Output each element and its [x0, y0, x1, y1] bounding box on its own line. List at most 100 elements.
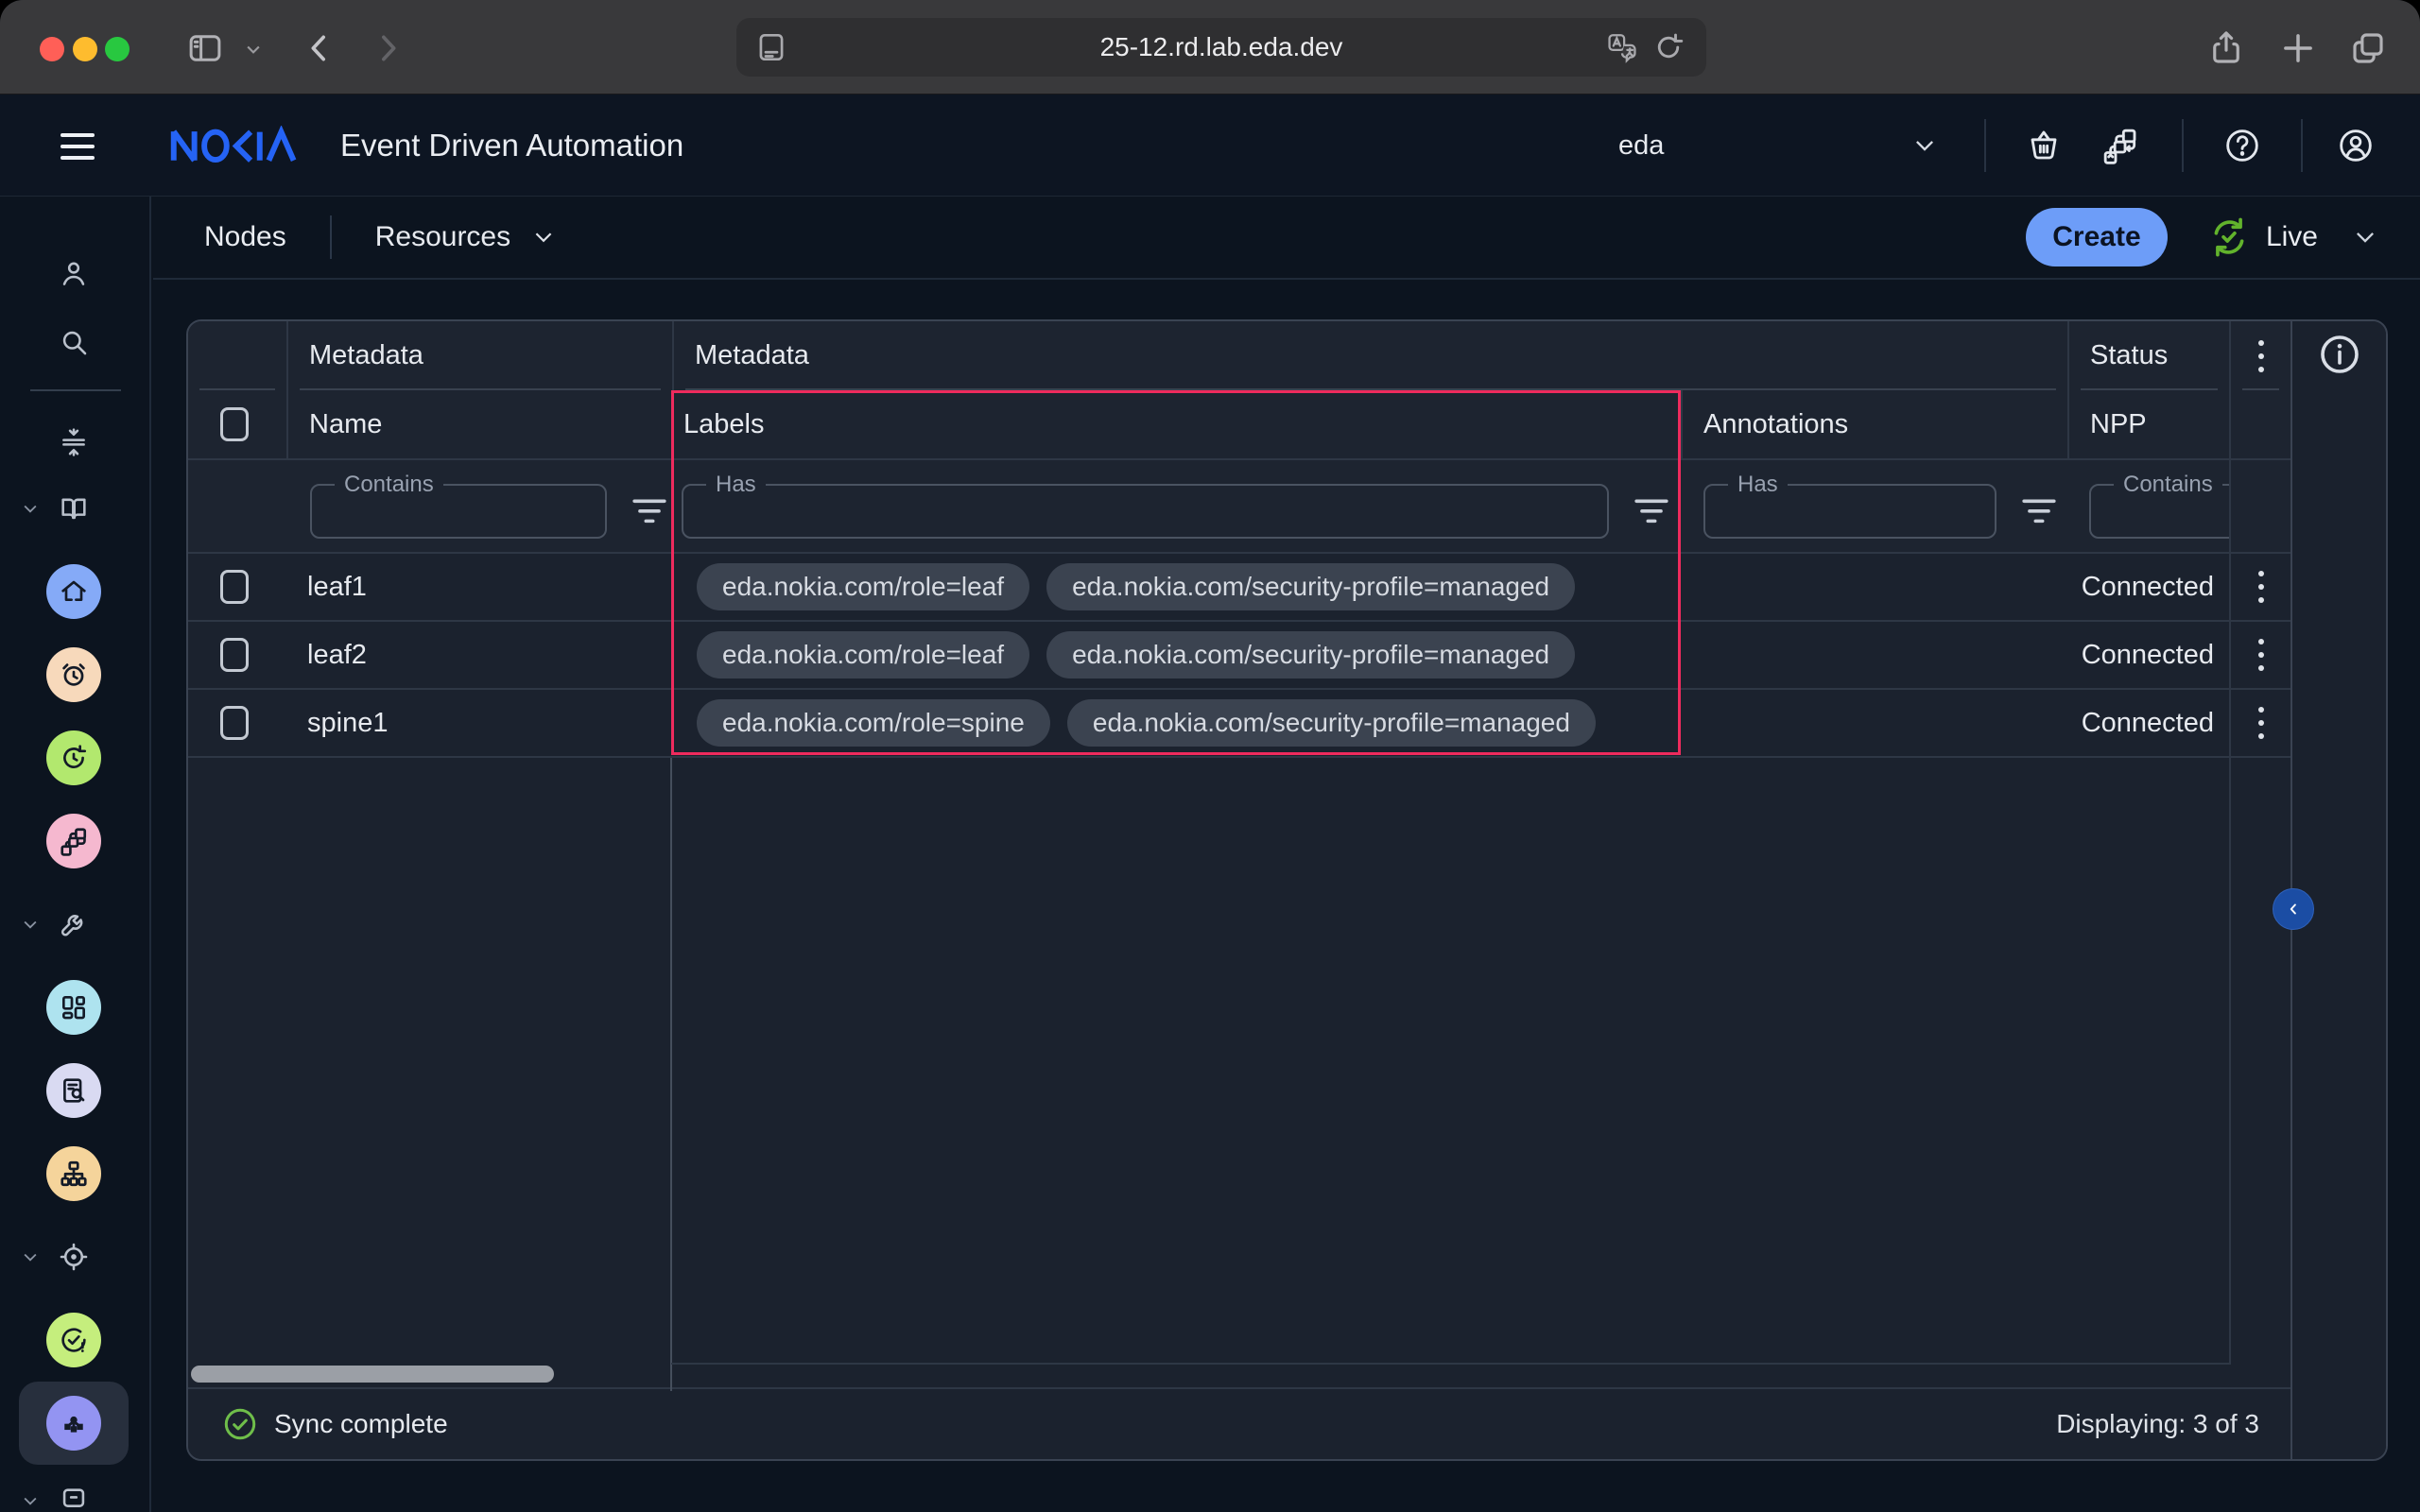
sidebar-item-transactions[interactable] — [46, 814, 101, 868]
chevron-down-icon[interactable] — [2352, 224, 2378, 250]
group-metadata-left: Metadata — [286, 321, 672, 390]
label-chip: eda.nokia.com/security-profile=managed — [1046, 631, 1575, 679]
row-select-cell — [188, 554, 286, 620]
select-all-checkbox[interactable] — [220, 407, 249, 441]
user-icon[interactable] — [58, 258, 90, 290]
row-name: spine1 — [286, 690, 672, 756]
sidebar-item-audit[interactable] — [46, 1063, 101, 1118]
forward-icon[interactable] — [369, 29, 406, 67]
filter-labels-cell: Has — [672, 460, 1681, 552]
horizontal-scrollbar — [188, 1361, 2290, 1387]
row-kebab-icon[interactable] — [2251, 699, 2272, 747]
sidebar-toggle-icon[interactable] — [185, 28, 225, 68]
header-divider — [2182, 119, 2184, 172]
sidebar-item-history[interactable] — [46, 730, 101, 785]
row-annotations — [1681, 622, 2067, 688]
chevron-down-icon[interactable] — [21, 915, 40, 934]
resources-dropdown[interactable]: Resources — [375, 221, 556, 253]
table-status-bar: Sync complete Displaying: 3 of 3 — [188, 1387, 2290, 1459]
docs-book-icon[interactable] — [58, 492, 90, 524]
sync-live-icon — [2207, 215, 2251, 259]
filter-npp-cell: Contains — [2067, 460, 2229, 552]
sidebar-divider — [30, 389, 121, 391]
nodes-table: Metadata Metadata Status Name Labels Ann… — [188, 321, 2292, 1459]
table-row: leaf1eda.nokia.com/role=leafeda.nokia.co… — [188, 554, 2290, 622]
filter-annotations-cell: Has — [1681, 460, 2067, 552]
info-icon[interactable] — [2317, 332, 2362, 377]
npp-filter-input[interactable]: Contains — [2089, 484, 2229, 539]
sidebar-item-checks[interactable] — [46, 1313, 101, 1367]
row-checkbox[interactable] — [220, 706, 249, 740]
row-kebab-icon[interactable] — [2251, 631, 2272, 679]
chevron-down-icon[interactable] — [21, 1491, 40, 1510]
row-checkbox[interactable] — [220, 638, 249, 672]
create-button[interactable]: Create — [2026, 208, 2168, 266]
help-icon[interactable] — [2223, 127, 2261, 164]
table-row: spine1eda.nokia.com/role=spineeda.nokia.… — [188, 690, 2290, 758]
filter-icon[interactable] — [1634, 496, 1669, 526]
url-text[interactable]: 25-12.rd.lab.eda.dev — [736, 18, 1706, 77]
target-icon[interactable] — [58, 1241, 90, 1273]
namespace-value: eda — [1618, 130, 1664, 162]
row-npp-status: Connected — [2067, 622, 2229, 688]
header-divider — [2301, 119, 2303, 172]
live-toggle[interactable]: Live — [2207, 215, 2378, 259]
table-options-kebab-icon[interactable] — [2251, 333, 2272, 380]
search-icon[interactable] — [58, 326, 90, 358]
collapse-all-icon[interactable] — [58, 426, 90, 458]
filter-actions-cell — [2229, 460, 2290, 552]
sidebar-item-topology[interactable] — [46, 1146, 101, 1201]
row-npp-status: Connected — [2067, 690, 2229, 756]
sidebar-item-home[interactable] — [46, 564, 101, 619]
address-bar[interactable]: 25-12.rd.lab.eda.dev — [736, 18, 1706, 77]
label-chip: eda.nokia.com/role=spine — [697, 699, 1050, 747]
app-title: Event Driven Automation — [340, 94, 683, 196]
sidebar-chevron-icon[interactable] — [244, 40, 263, 59]
namespace-selector[interactable]: eda — [1598, 117, 1966, 174]
chevron-down-icon[interactable] — [21, 499, 40, 518]
row-name: leaf1 — [286, 554, 672, 620]
chevron-down-icon[interactable] — [21, 1247, 40, 1266]
share-icon[interactable] — [2206, 28, 2246, 68]
annotations-filter-input[interactable]: Has — [1703, 484, 1996, 539]
filter-icon[interactable] — [2021, 496, 2057, 526]
name-filter-input[interactable]: Contains — [310, 484, 607, 539]
name-filter-label: Contains — [335, 472, 443, 498]
translate-icon[interactable] — [1606, 31, 1638, 63]
column-labels: Labels — [672, 390, 1681, 458]
back-icon[interactable] — [301, 29, 338, 67]
reload-icon[interactable] — [1651, 30, 1685, 64]
tools-wrench-icon[interactable] — [58, 908, 90, 940]
labels-filter-input[interactable]: Has — [682, 484, 1609, 539]
label-chip: eda.nokia.com/security-profile=managed — [1046, 563, 1575, 610]
menu-icon[interactable] — [60, 133, 95, 160]
collapse-panel-button[interactable] — [2273, 888, 2314, 930]
page-title: Nodes — [204, 221, 286, 253]
row-annotations — [1681, 690, 2067, 756]
zoom-window-button[interactable] — [105, 37, 130, 61]
row-npp-status: Connected — [2067, 554, 2229, 620]
app-header: NOKIA Event Driven Automation eda — [0, 94, 2420, 197]
row-labels: eda.nokia.com/role=spineeda.nokia.com/se… — [672, 690, 1681, 756]
filter-select-cell — [188, 460, 286, 552]
sidebar-item-nodes[interactable] — [46, 1396, 101, 1451]
horizontal-scrollbar-thumb[interactable] — [191, 1366, 554, 1383]
clipped-sidebar-icon[interactable] — [58, 1485, 90, 1512]
row-actions-cell — [2229, 690, 2290, 756]
row-labels: eda.nokia.com/role=leafeda.nokia.com/sec… — [672, 622, 1681, 688]
tab-overview-icon[interactable] — [2348, 28, 2388, 68]
filter-icon[interactable] — [631, 496, 667, 526]
row-kebab-icon[interactable] — [2251, 563, 2272, 610]
sidebar-item-components[interactable] — [46, 980, 101, 1035]
app-store-icon[interactable] — [2025, 127, 2063, 164]
new-tab-icon[interactable] — [2278, 28, 2318, 68]
sidebar-item-alarms[interactable] — [46, 647, 101, 702]
filter-name-cell: Contains — [286, 460, 672, 552]
close-window-button[interactable] — [40, 37, 64, 61]
row-checkbox[interactable] — [220, 570, 249, 604]
select-all-cell — [188, 390, 286, 458]
table-row: leaf2eda.nokia.com/role=leafeda.nokia.co… — [188, 622, 2290, 690]
account-icon[interactable] — [2337, 127, 2375, 164]
minimize-window-button[interactable] — [73, 37, 97, 61]
transactions-flow-icon[interactable] — [2101, 127, 2139, 164]
